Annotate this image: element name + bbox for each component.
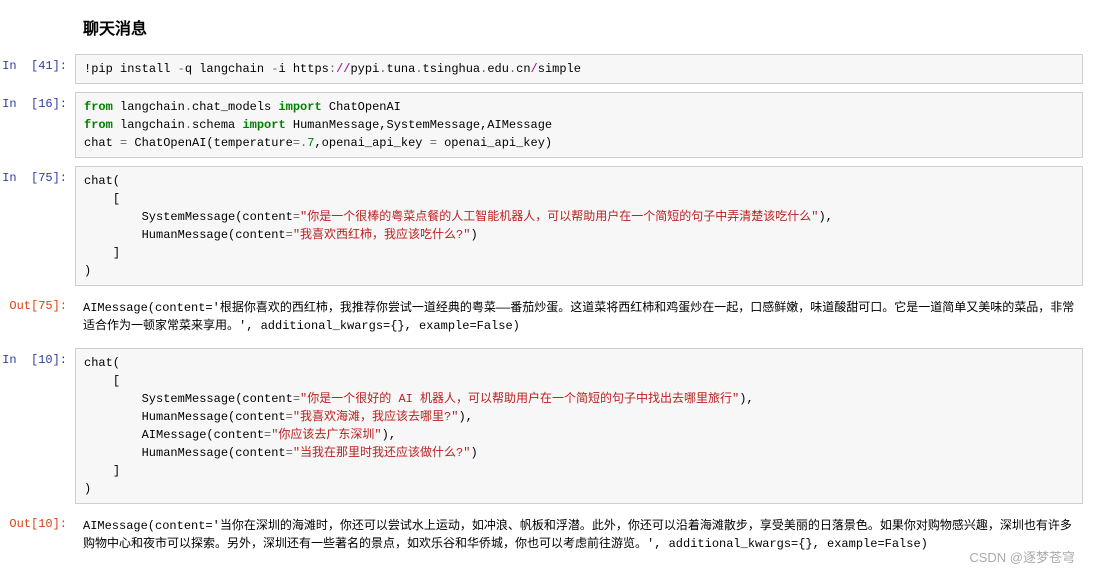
cell-output: Out[75]:AIMessage(content='根据你喜欢的西红柿，我推荐… (0, 294, 1093, 340)
cell-body: !pip install -q langchain -i https://pyp… (75, 54, 1083, 84)
code-token: "你是一个很棒的粤菜点餐的人工智能机器人，可以帮助用户在一个简短的句子中弄清楚该… (300, 210, 818, 224)
in-prompt: In [10]: (0, 348, 75, 367)
code-token: = (286, 446, 293, 460)
watermark: CSDN @逐梦苍穹 (969, 547, 1075, 566)
code-token: . (415, 62, 422, 76)
cell-input: In [10]:chat( [ SystemMessage(content="你… (0, 348, 1093, 504)
code-token: from (84, 118, 113, 132)
code-token: . (185, 118, 192, 132)
code-cell[interactable]: from langchain.chat_models import ChatOp… (75, 92, 1083, 158)
code-token: =. (293, 136, 307, 150)
output-text: AIMessage(content='当你在深圳的海滩时，你还可以尝试水上运动，… (75, 512, 1083, 558)
code-token: "你是一个很好的 AI 机器人，可以帮助用户在一个简短的句子中找出去哪里旅行" (300, 392, 739, 406)
code-token: schema (192, 118, 242, 132)
in-prompt: In [41]: (0, 54, 75, 73)
output-text: AIMessage(content='根据你喜欢的西红柿，我推荐你尝试一道经典的… (75, 294, 1083, 340)
code-token: chat (84, 136, 120, 150)
code-token: // (336, 62, 350, 76)
code-token: pip install (91, 62, 177, 76)
code-token: tsinghua (423, 62, 481, 76)
code-token: from (84, 100, 113, 114)
output-body: AIMessage(content='根据你喜欢的西红柿，我推荐你尝试一道经典的… (75, 294, 1083, 340)
section-title: 聊天消息 (83, 15, 1093, 39)
cell-output: Out[10]:AIMessage(content='当你在深圳的海滩时，你还可… (0, 512, 1093, 558)
code-token: . (185, 100, 192, 114)
notebook: 聊天消息 In [41]:!pip install -q langchain -… (0, 0, 1093, 576)
code-token: i https (278, 62, 328, 76)
code-token: cn (516, 62, 530, 76)
code-token: edu (487, 62, 509, 76)
code-cell[interactable]: !pip install -q langchain -i https://pyp… (75, 54, 1083, 84)
code-token: langchain (113, 118, 185, 132)
code-token: "我喜欢海滩，我应该去哪里?" (293, 410, 459, 424)
cell-body: chat( [ SystemMessage(content="你是一个很好的 A… (75, 348, 1083, 504)
code-token: - (178, 62, 185, 76)
code-token: chat( [ SystemMessage(content (84, 356, 293, 406)
code-token: chat( [ SystemMessage(content (84, 174, 293, 224)
code-token: = (293, 210, 300, 224)
code-token: openai_api_key) (437, 136, 552, 150)
code-token: "当我在那里时我还应该做什么?" (293, 446, 471, 460)
code-token: simple (538, 62, 581, 76)
cell-input: In [41]:!pip install -q langchain -i htt… (0, 54, 1093, 84)
code-token: = (286, 228, 293, 242)
code-token: ChatOpenAI(temperature (127, 136, 293, 150)
code-token: langchain (113, 100, 185, 114)
code-token: HumanMessage,SystemMessage,AIMessage (286, 118, 552, 132)
output-body: AIMessage(content='当你在深圳的海滩时，你还可以尝试水上运动，… (75, 512, 1083, 558)
code-token: = (293, 392, 300, 406)
cell-body: from langchain.chat_models import ChatOp… (75, 92, 1083, 158)
cell-input: In [75]:chat( [ SystemMessage(content="你… (0, 166, 1093, 286)
code-token: ChatOpenAI (322, 100, 401, 114)
code-token: = (286, 410, 293, 424)
code-token: tuna (387, 62, 416, 76)
cell-input: In [16]:from langchain.chat_models impor… (0, 92, 1093, 158)
code-token: import (242, 118, 285, 132)
code-token: "你应该去广东深圳" (271, 428, 381, 442)
code-token: : (329, 62, 336, 76)
code-token: q langchain (185, 62, 271, 76)
code-token: ,openai_api_key (314, 136, 429, 150)
code-token: / (531, 62, 538, 76)
out-prompt: Out[75]: (0, 294, 75, 313)
in-prompt: In [16]: (0, 92, 75, 111)
code-cell[interactable]: chat( [ SystemMessage(content="你是一个很好的 A… (75, 348, 1083, 504)
cells-container: In [41]:!pip install -q langchain -i htt… (0, 54, 1093, 558)
in-prompt: In [75]: (0, 166, 75, 185)
code-token: import (278, 100, 321, 114)
cell-body: chat( [ SystemMessage(content="你是一个很棒的粤菜… (75, 166, 1083, 286)
code-token: "我喜欢西红柿，我应该吃什么?" (293, 228, 471, 242)
code-token: chat_models (192, 100, 278, 114)
code-token: = (430, 136, 437, 150)
out-prompt: Out[10]: (0, 512, 75, 531)
code-token: . (379, 62, 386, 76)
code-token: pypi (350, 62, 379, 76)
code-cell[interactable]: chat( [ SystemMessage(content="你是一个很棒的粤菜… (75, 166, 1083, 286)
